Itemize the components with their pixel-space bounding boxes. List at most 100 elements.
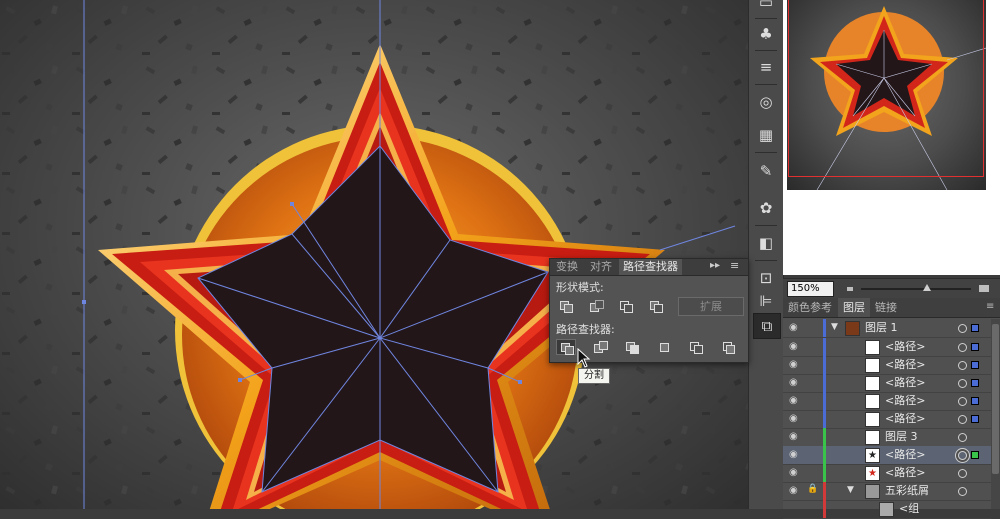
selection-indicator[interactable] [971,397,979,405]
divide-icon[interactable] [556,339,576,355]
pathfinders-label: 路径查找器: [556,323,615,336]
target-icon[interactable] [958,487,967,496]
lock-icon[interactable]: 🔒 [807,484,819,497]
target-icon[interactable] [958,361,967,370]
transform-icon[interactable]: ⊡ [753,266,779,290]
expand-triangle-icon[interactable]: ▼ [847,485,854,495]
brush-icon[interactable]: ✎ [753,159,779,183]
selection-indicator[interactable] [971,361,979,369]
intersect-icon[interactable] [616,298,636,314]
artboard-canvas[interactable] [0,0,748,509]
layer-row[interactable]: ◉ ★ <路径> [783,464,991,483]
tab-align[interactable]: 对齐 [586,259,616,275]
zoom-slider-knob[interactable] [923,284,931,291]
layers-panel: 颜色参考 图层 链接 ≡ ◉ ▼ 图层 1 ◉ <路径> ◉ <路径> ◉ <路… [783,298,1000,519]
layer-name: 图层 3 [885,430,918,443]
layer-row[interactable]: ◉ <路径> [783,392,991,411]
visibility-eye-icon[interactable]: ◉ [789,378,801,388]
zoom-slider-track[interactable] [861,288,971,290]
visibility-eye-icon[interactable]: ◉ [789,432,801,442]
layer-row[interactable]: ◉ <路径> [783,356,991,375]
selection-indicator[interactable] [971,324,979,332]
layer-row[interactable]: ◉ 图层 3 [783,428,991,447]
layer-name: <路径> [885,466,926,479]
exclude-icon[interactable] [646,298,666,314]
layer-thumbnail [865,484,880,499]
target-icon[interactable] [958,469,967,478]
tab-layers[interactable]: 图层 [838,298,870,317]
target-icon[interactable] [958,433,967,442]
selection-indicator[interactable] [971,415,979,423]
layer-row[interactable]: <组 [783,500,991,519]
layers-panel-tabs: 颜色参考 图层 链接 ≡ [783,298,1000,318]
target-icon[interactable] [958,415,967,424]
layer-row[interactable]: ◉ <路径> [783,374,991,393]
tab-color-guide[interactable]: 颜色参考 [783,298,837,317]
expand-triangle-icon[interactable]: ▼ [831,322,838,332]
layer-row[interactable]: ◉ ★ <路径> [783,446,991,465]
visibility-eye-icon[interactable]: ◉ [789,323,801,333]
layer-thumbnail [865,412,880,427]
visibility-eye-icon[interactable]: ◉ [789,396,801,406]
layer-thumbnail [865,394,880,409]
crop-icon[interactable] [654,339,674,355]
target-icon[interactable] [958,324,967,333]
minus-front-icon[interactable] [586,298,606,314]
zoom-in-icon[interactable] [979,285,989,292]
merge-icon[interactable] [622,339,642,355]
lines-icon[interactable]: ≡ [753,55,779,79]
navigator-view-frame[interactable] [788,0,984,177]
layer-thumbnail [865,358,880,373]
doc-icon[interactable]: ▭ [753,0,779,14]
zoom-out-icon[interactable] [847,287,853,291]
expand-button[interactable]: 扩展 [678,297,744,316]
star-thumbnail-icon: ★ [865,466,880,481]
selection-indicator[interactable] [971,451,979,459]
layers-scrollbar[interactable] [991,319,1000,509]
gradient-icon[interactable]: ◧ [753,231,779,255]
target-icon[interactable] [958,379,967,388]
visibility-eye-icon[interactable]: ◉ [789,360,801,370]
layer-name: <路径> [885,412,926,425]
visibility-eye-icon[interactable]: ◉ [789,468,801,478]
target-icon[interactable] [958,343,967,352]
minus-back-icon[interactable] [718,339,738,355]
outline-icon[interactable] [686,339,706,355]
pathfinder-icon[interactable]: ⧉ [753,313,781,339]
visibility-eye-icon[interactable]: ◉ [789,450,801,460]
visibility-eye-icon[interactable]: ◉ [789,486,801,496]
zoom-input[interactable]: 150% [787,281,834,297]
layer-name: <路径> [885,448,926,461]
layer-row[interactable]: ◉ <路径> [783,410,991,429]
panel-menu-icon[interactable]: ≡ [730,259,739,272]
layer-thumbnail [879,502,894,517]
layer-name: <组 [899,502,920,515]
layer-row[interactable]: ◉ <路径> [783,338,991,357]
layer-thumbnail [865,376,880,391]
swatch-grid-icon[interactable]: ▦ [753,123,779,147]
tab-pathfinder[interactable]: 路径查找器 [619,259,682,275]
selection-indicator[interactable] [971,343,979,351]
layer-name: 图层 1 [865,321,898,334]
tab-links[interactable]: 链接 [870,298,902,317]
layer-row[interactable]: ◉ 🔒 ▼ 五彩纸屑 [783,482,991,501]
target-icon[interactable] [958,451,967,460]
collapse-panel-icon[interactable]: ▸▸ [710,260,720,271]
appearance-icon[interactable]: ◎ [753,90,779,114]
panel-menu-icon[interactable]: ≡ [986,301,994,312]
selection-indicator[interactable] [971,379,979,387]
target-icon[interactable] [958,397,967,406]
layer-thumbnail [865,430,880,445]
visibility-eye-icon[interactable]: ◉ [789,342,801,352]
star-thumbnail-icon: ★ [865,448,880,463]
layer-row[interactable]: ◉ ▼ 图层 1 [783,319,991,338]
unite-icon[interactable] [556,298,576,314]
club-icon[interactable]: ♣ [753,22,779,46]
palette-icon[interactable]: ✿ [753,196,779,220]
trim-icon[interactable] [590,339,610,355]
layer-thumbnail [865,340,880,355]
tab-transform[interactable]: 变换 [552,259,582,275]
visibility-eye-icon[interactable]: ◉ [789,414,801,424]
align-icon[interactable]: ⊫ [753,289,779,313]
star-artwork[interactable] [0,0,748,509]
